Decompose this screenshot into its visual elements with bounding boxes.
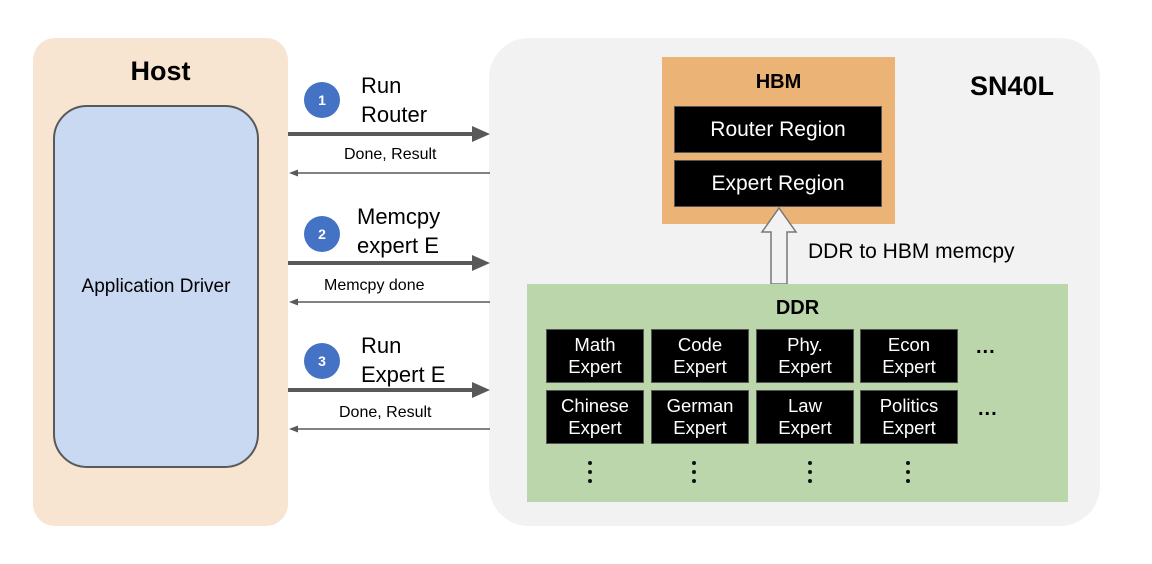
step-label-line: Memcpy [357, 204, 441, 229]
step-label-line: expert E [357, 233, 439, 258]
response-label-2: Memcpy done [324, 277, 425, 294]
response-arrow-3 [289, 425, 490, 433]
step-label-line: Router [361, 102, 428, 127]
step-label-1: Run Router [361, 71, 427, 129]
arrows-layer [288, 126, 490, 433]
step-label-3: Run Expert E [361, 331, 445, 389]
step-label-line: Run [361, 73, 402, 98]
step-label-2: Memcpy expert E [357, 202, 440, 260]
response-arrow-1 [289, 169, 490, 177]
response-arrow-2 [289, 298, 490, 306]
step-label-line: Expert E [361, 362, 446, 387]
response-label-3: Done, Result [339, 404, 432, 421]
step-label-line: Run [361, 333, 402, 358]
response-label-1: Done, Result [344, 146, 437, 163]
step-badge-3: 3 [304, 343, 340, 379]
step-badge-1: 1 [304, 82, 340, 118]
step-badge-2: 2 [304, 216, 340, 252]
